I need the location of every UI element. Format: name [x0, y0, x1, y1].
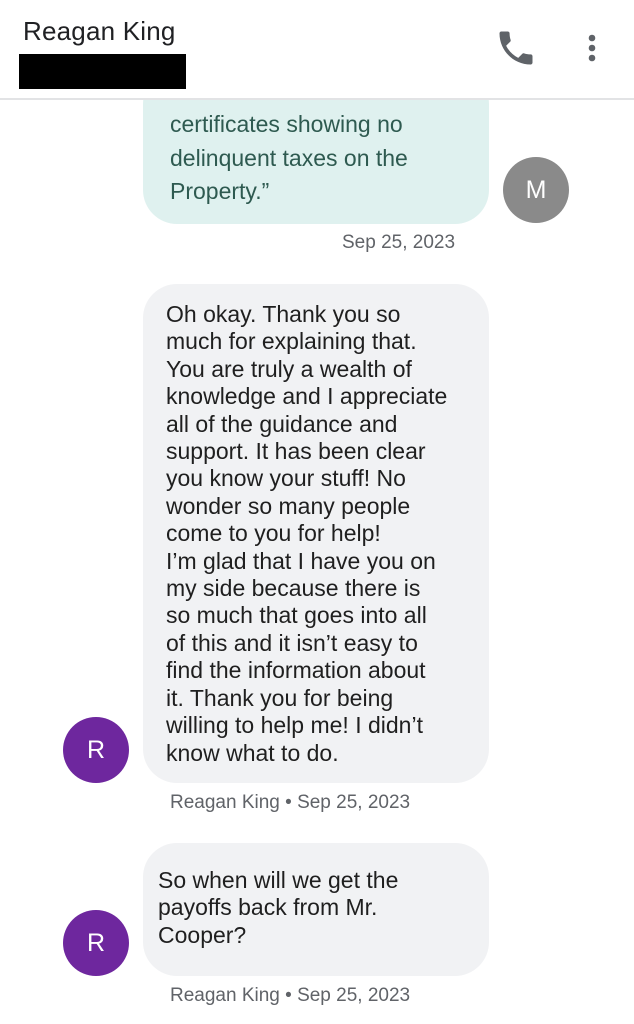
more-options-button[interactable] [574, 26, 610, 70]
contact-avatar[interactable]: R [63, 910, 129, 976]
incoming-message-bubble[interactable]: Oh okay. Thank you so much for explainin… [143, 284, 489, 783]
call-button[interactable] [494, 26, 538, 70]
message-text: Oh okay. Thank you so much for explainin… [166, 301, 448, 766]
phone-icon [499, 31, 533, 65]
message-sender-timestamp: Reagan King • Sep 25, 2023 [170, 792, 411, 813]
more-vert-icon [588, 34, 596, 62]
message-text: So when will we get the payoffs back fro… [158, 867, 399, 948]
message-text: certificates showing no delinquent taxes… [170, 111, 408, 204]
redacted-phone-number [19, 54, 186, 89]
message-timestamp: Sep 25, 2023 [342, 232, 456, 253]
message-sender-timestamp: Reagan King • Sep 25, 2023 [170, 985, 411, 1006]
contact-avatar[interactable]: R [63, 717, 129, 783]
contact-name[interactable]: Reagan King [23, 16, 176, 47]
conversation-header: Reagan King [0, 0, 634, 100]
incoming-message-bubble[interactable]: So when will we get the payoffs back fro… [143, 843, 489, 976]
self-avatar[interactable]: M [503, 157, 569, 223]
